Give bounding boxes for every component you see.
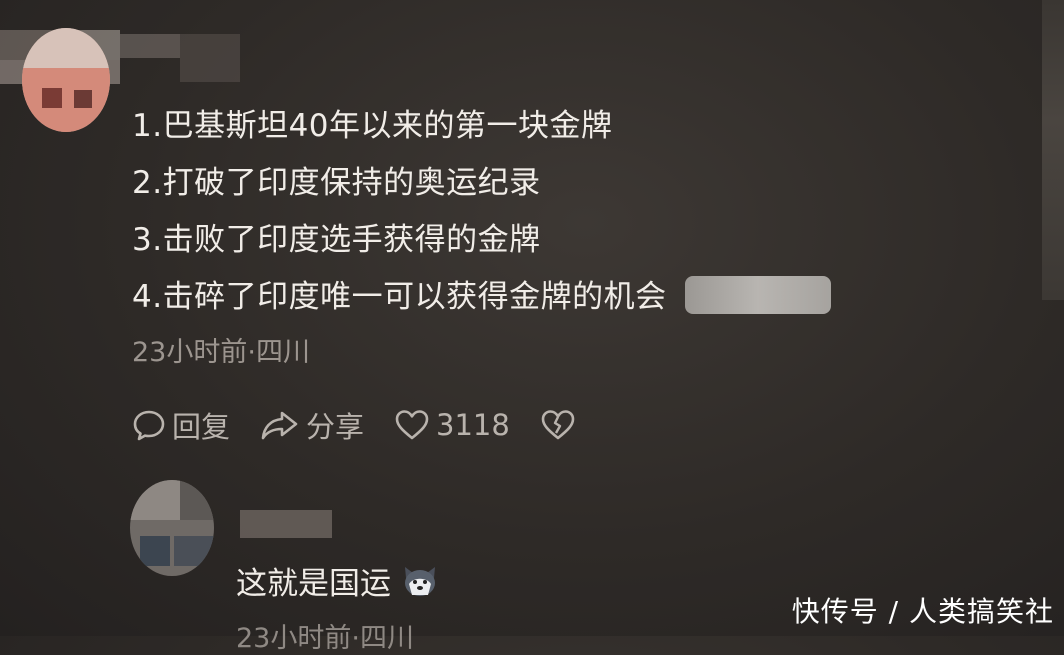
husky-dog-emoji-icon (405, 566, 435, 596)
comment-meta: 23小时前·四川 (132, 337, 310, 368)
share-label: 分享 (306, 410, 365, 444)
comment-line-1: 1.巴基斯坦40年以来的第一块金牌 (132, 108, 613, 144)
comment-actions: 回复 分享 3118 (132, 404, 612, 446)
reply-label: 回复 (172, 410, 231, 444)
comment-line-3: 3.击败了印度选手获得的金牌 (132, 222, 541, 258)
reply-button[interactable]: 回复 (132, 404, 230, 446)
comment-line-4: 4.击碎了印度唯一可以获得金牌的机会 (132, 269, 831, 326)
author-liked-tag (684, 275, 831, 314)
watermark: 快传号 / 人类搞笑社 (791, 595, 1054, 628)
comment-line-4-text: 4.击碎了印度唯一可以获得金牌的机会 (132, 279, 667, 315)
like-button[interactable]: 3118 (394, 408, 510, 442)
reply-text: 这就是国运 (236, 566, 391, 602)
blurred-reply-username (240, 510, 332, 538)
dislike-button[interactable] (540, 408, 582, 442)
heart-icon (395, 410, 429, 440)
reply-avatar[interactable] (130, 480, 214, 576)
comment-line-2: 2.打破了印度保持的奥运纪录 (132, 165, 541, 201)
commenter-avatar[interactable] (22, 28, 110, 132)
share-button[interactable]: 分享 (260, 404, 364, 446)
broken-heart-icon (541, 410, 575, 440)
comment-body: 1.巴基斯坦40年以来的第一块金牌 2.打破了印度保持的奥运纪录 3.击败了印度… (132, 98, 831, 326)
reply-content: 这就是国运 (236, 558, 439, 603)
share-arrow-icon (261, 411, 298, 440)
chat-bubble-icon (133, 410, 165, 441)
like-count: 3118 (436, 408, 510, 442)
edge-strip (1042, 0, 1064, 300)
